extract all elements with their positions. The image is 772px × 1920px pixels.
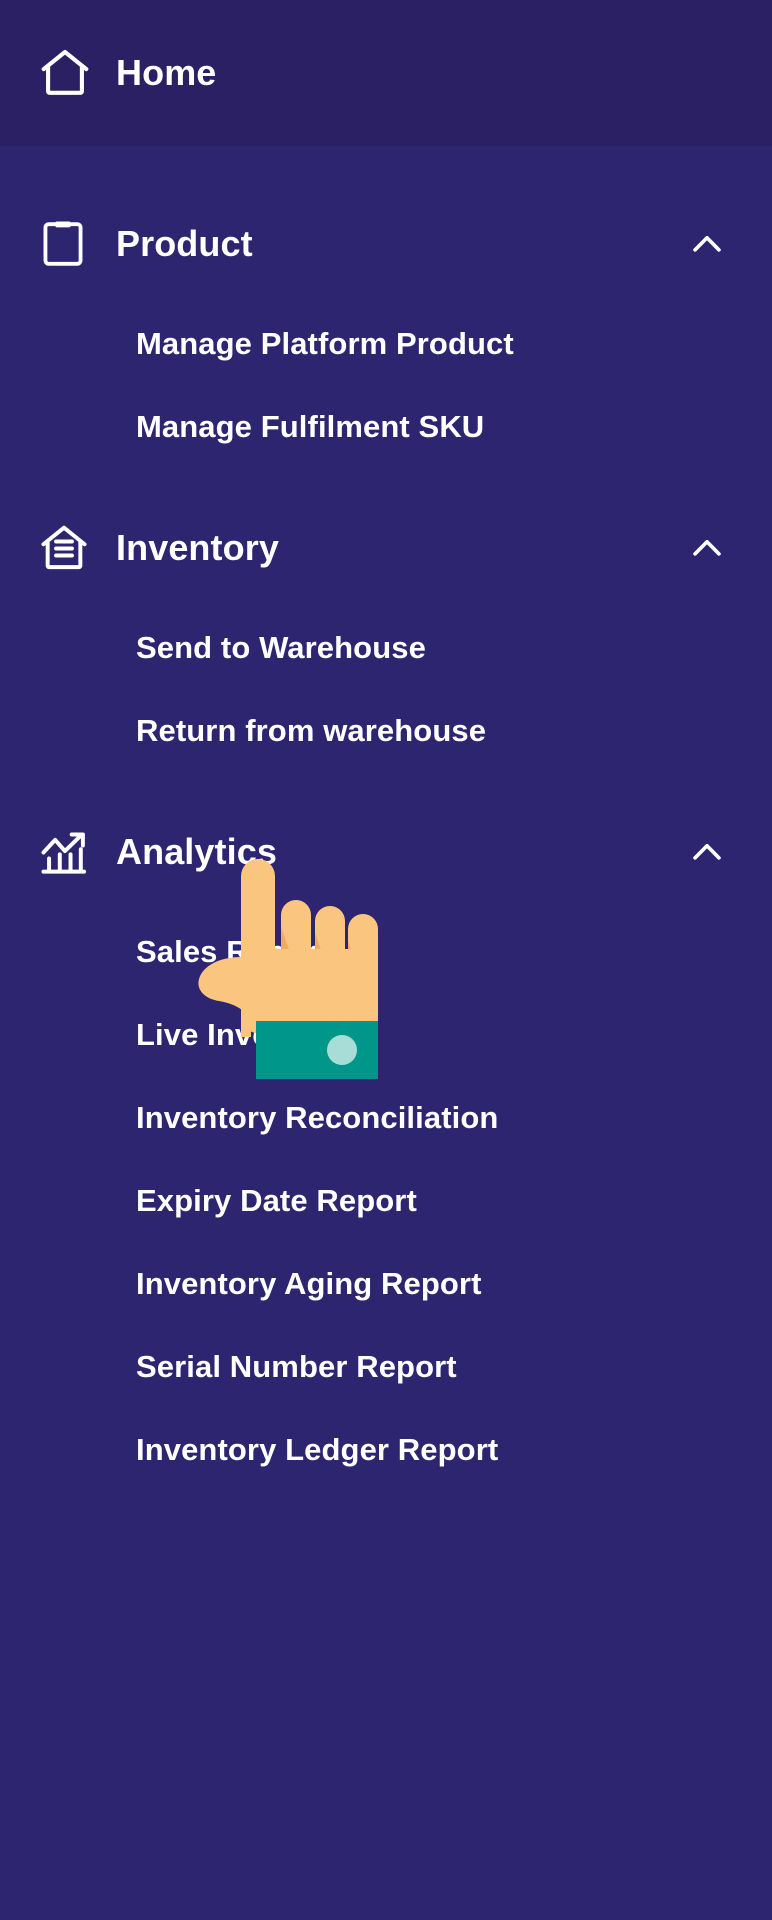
sidebar-item-product-label: Product xyxy=(116,223,253,264)
chart-trend-icon xyxy=(36,823,94,881)
chevron-up-icon[interactable] xyxy=(684,525,730,571)
chevron-up-icon[interactable] xyxy=(684,829,730,875)
sidebar-subitem-live-inventory[interactable]: Live Inventory xyxy=(0,993,772,1076)
sidebar-item-home[interactable]: Home xyxy=(0,0,772,146)
nav-sublist-product: Manage Platform Product Manage Fulfilmen… xyxy=(0,302,772,468)
sidebar-subitem-manage-fulfilment-sku[interactable]: Manage Fulfilment SKU xyxy=(0,385,772,468)
sidebar-item-inventory[interactable]: Inventory xyxy=(0,490,772,606)
chevron-up-icon[interactable] xyxy=(684,221,730,267)
warehouse-icon xyxy=(36,519,94,577)
nav-sublist-analytics: Sales Report Live Inventory Inventory Re… xyxy=(0,910,772,1491)
sidebar-subitem-send-to-warehouse[interactable]: Send to Warehouse xyxy=(0,606,772,689)
nav-group-analytics: Analytics Sales Report Live Inventory In… xyxy=(0,794,772,1491)
nav-sublist-inventory: Send to Warehouse Return from warehouse xyxy=(0,606,772,772)
sidebar-item-product[interactable]: Product xyxy=(0,186,772,302)
sidebar-navigation: Home Product Manage Platform Product Man… xyxy=(0,0,772,1920)
nav-group-product: Product Manage Platform Product Manage F… xyxy=(0,186,772,468)
sidebar-item-analytics-label: Analytics xyxy=(116,831,277,872)
sidebar-subitem-expiry-date-report[interactable]: Expiry Date Report xyxy=(0,1159,772,1242)
sidebar-subitem-return-from-warehouse[interactable]: Return from warehouse xyxy=(0,689,772,772)
clipboard-icon xyxy=(36,215,94,273)
sidebar-subitem-inventory-ledger-report[interactable]: Inventory Ledger Report xyxy=(0,1408,772,1491)
sidebar-item-analytics[interactable]: Analytics xyxy=(0,794,772,910)
sidebar-item-inventory-label: Inventory xyxy=(116,527,279,568)
sidebar-subitem-manage-platform-product[interactable]: Manage Platform Product xyxy=(0,302,772,385)
sidebar-subitem-serial-number-report[interactable]: Serial Number Report xyxy=(0,1325,772,1408)
sidebar-item-home-label: Home xyxy=(116,52,217,93)
nav-group-inventory: Inventory Send to Warehouse Return from … xyxy=(0,490,772,772)
sidebar-subitem-inventory-reconciliation[interactable]: Inventory Reconciliation xyxy=(0,1076,772,1159)
sidebar-subitem-sales-report[interactable]: Sales Report xyxy=(0,910,772,993)
home-icon xyxy=(36,44,94,102)
sidebar-subitem-inventory-aging-report[interactable]: Inventory Aging Report xyxy=(0,1242,772,1325)
